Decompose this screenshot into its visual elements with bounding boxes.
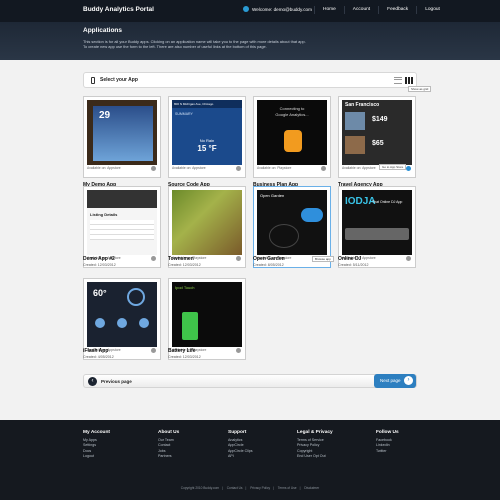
previous-page-link[interactable]: Previous page xyxy=(101,379,132,384)
user-icon xyxy=(243,6,249,12)
app-thumbnail: Listing Details xyxy=(87,190,157,255)
footer-heading: Legal & Privacy xyxy=(297,430,333,435)
app-thumbnail: IODJA That Online DJ App xyxy=(342,190,412,255)
main-nav: Home Account Feedback Logout xyxy=(314,6,448,14)
footer-heading: Support xyxy=(228,430,247,435)
next-page-label: Next page xyxy=(380,378,401,383)
nav-logout[interactable]: Logout xyxy=(416,6,448,14)
app-created: Created: 8/05/2012 xyxy=(253,263,284,267)
apple-icon xyxy=(406,256,411,261)
grid-tooltip: Show as grid xyxy=(408,86,432,92)
app-thumbnail: 60° xyxy=(87,282,157,347)
footer-link[interactable]: Logout xyxy=(83,454,110,459)
footer-link[interactable]: Partners xyxy=(158,454,179,459)
footer-bottom-link[interactable]: Contact Us xyxy=(224,486,246,490)
app-name[interactable]: iFlash App xyxy=(83,348,108,354)
app-card-source-code[interactable]: 800 N Michigan Ave, Chicago SUMMARY No R… xyxy=(168,96,246,178)
android-icon xyxy=(321,166,326,171)
app-name[interactable]: Online DJ xyxy=(338,256,361,262)
android-icon xyxy=(236,348,241,353)
app-thumbnail: Ipod Touch xyxy=(172,282,242,347)
footer-link[interactable]: Twitter xyxy=(376,449,399,454)
app-card-business-plan[interactable]: Connecting to Google Analytics... Availa… xyxy=(253,96,331,178)
footer-bottom-link[interactable]: Disclaimer xyxy=(301,486,322,490)
apple-icon[interactable] xyxy=(406,166,411,171)
arrow-right-icon: › xyxy=(404,376,413,385)
platform-label: Available on: Appstore xyxy=(172,166,206,170)
app-name[interactable]: Open Garden xyxy=(253,256,285,262)
pagination-bar: ‹ Previous page Next page › xyxy=(83,374,417,388)
app-thumbnail: 29 xyxy=(87,100,157,165)
app-created: Created: 4/05/2012 xyxy=(83,355,114,359)
next-page-button[interactable]: Next page › xyxy=(374,374,416,388)
footer-col-about: About Us Our Team Contact Jobs Partners xyxy=(158,430,179,459)
user-area: Welcome: demo@buddy.com xyxy=(243,6,312,12)
grid-view-icon[interactable] xyxy=(405,77,413,84)
page-title: Applications xyxy=(83,27,123,34)
apple-icon xyxy=(151,348,156,353)
footer-heading: About Us xyxy=(158,430,180,435)
footer-link[interactable]: API xyxy=(228,454,253,459)
platform-label: Available on: Appstore xyxy=(342,166,376,170)
footer-col-account: My Account My Apps Settings Docs Logout xyxy=(83,430,110,459)
app-created: Created: 12/03/2012 xyxy=(83,263,116,267)
app-card-my-demo[interactable]: 29 Available on: Appstore xyxy=(83,96,161,178)
app-thumbnail xyxy=(172,190,242,255)
app-thumbnail: Open Garden xyxy=(257,190,327,255)
welcome-text: Welcome: demo@buddy.com xyxy=(252,6,312,12)
app-created: Created: 12/03/2012 xyxy=(168,263,201,267)
arrow-left-icon[interactable]: ‹ xyxy=(88,377,97,386)
footer-bottom-link[interactable]: Terms of Use xyxy=(275,486,300,490)
footer-col-follow: Follow Us Facebook LinkedIn Twitter xyxy=(376,430,399,454)
app-created: Created: 12/03/2012 xyxy=(168,355,201,359)
apple-icon xyxy=(151,256,156,261)
footer-link[interactable]: End User Opt Out xyxy=(297,454,333,459)
select-app-panel: Select your App xyxy=(83,72,417,88)
app-thumbnail: Connecting to Google Analytics... xyxy=(257,100,327,165)
appstore-tooltip: Go to App Store xyxy=(379,164,407,170)
footer-col-support: Support Analytics AppCircle AppCircle Cl… xyxy=(228,430,253,459)
footer-heading: My Account xyxy=(83,430,111,435)
list-view-icon[interactable] xyxy=(394,77,402,84)
footer: My Account My Apps Settings Docs Logout … xyxy=(0,420,500,500)
app-name[interactable]: Battery Life xyxy=(168,348,196,354)
hero-section: Applications This section is for all you… xyxy=(0,22,500,60)
apple-icon xyxy=(236,166,241,171)
app-thumbnail: San Francisco $149 $65 xyxy=(342,100,412,165)
app-thumbnail: 800 N Michigan Ave, Chicago SUMMARY No R… xyxy=(172,100,242,165)
copyright-text: Copyright 2010 Buddy.com xyxy=(180,486,220,490)
nav-account[interactable]: Account xyxy=(343,6,378,14)
footer-heading: Follow Us xyxy=(376,430,399,435)
footer-bottom-link[interactable]: Privacy Policy xyxy=(247,486,273,490)
android-icon xyxy=(236,256,241,261)
apple-icon xyxy=(151,166,156,171)
platform-label: Available on: Appstore xyxy=(87,166,121,170)
app-name[interactable]: Townsmen xyxy=(168,256,194,262)
hero-description-2: To create new app use the form to the le… xyxy=(83,44,267,49)
phone-icon xyxy=(91,77,95,84)
footer-bottom: Copyright 2010 Buddy.com | Contact Us | Pr… xyxy=(0,486,500,490)
top-bar: Buddy Analytics Portal Welcome: demo@bud… xyxy=(0,0,500,22)
footer-col-legal: Legal & Privacy Terms of Service Privacy… xyxy=(297,430,333,459)
platform-label: Available on: Playstore xyxy=(257,166,292,170)
brand-title[interactable]: Buddy Analytics Portal xyxy=(83,6,154,13)
app-name[interactable]: Demo App #2 xyxy=(83,256,115,262)
nav-feedback[interactable]: Feedback xyxy=(378,6,416,14)
app-created: Created: 5/11/2012 xyxy=(338,263,369,267)
nav-home[interactable]: Home xyxy=(314,6,344,14)
panel-title: Select your App xyxy=(100,77,138,83)
browse-tooltip: Browse app xyxy=(312,256,334,262)
